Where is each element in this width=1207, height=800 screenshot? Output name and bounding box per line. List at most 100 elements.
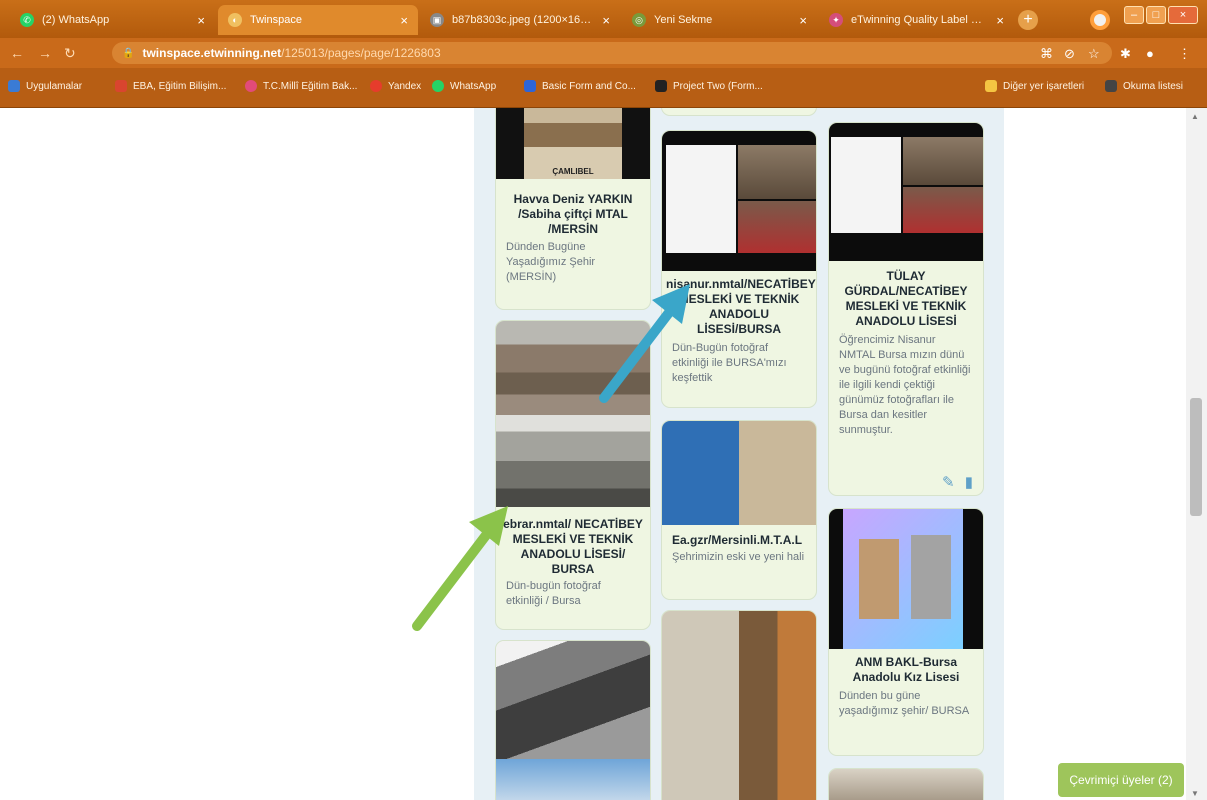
green-arrow-icon bbox=[412, 506, 508, 631]
apps-icon bbox=[8, 80, 20, 92]
gallery-card[interactable]: Ea.gzr/Mersinli.M.T.A.L Şehrimizin eski … bbox=[661, 420, 817, 600]
image-photo-new bbox=[738, 201, 816, 253]
project-icon bbox=[655, 80, 667, 92]
bookmark-whatsapp[interactable]: WhatsApp bbox=[432, 80, 496, 92]
card-image-old bbox=[496, 415, 650, 507]
translate-icon[interactable]: ⌘ bbox=[1040, 46, 1053, 62]
bookmark-eba[interactable]: EBA, Eğitim Bilişim... bbox=[115, 80, 226, 92]
card-image bbox=[829, 769, 983, 800]
image-tower-old bbox=[911, 535, 951, 619]
address-bar: ← → ↻ 🔒 twinspace.etwinning.net /125013/… bbox=[0, 38, 1207, 68]
image-photo-new bbox=[903, 187, 983, 233]
back-icon[interactable]: ← bbox=[10, 45, 24, 61]
gallery-card[interactable] bbox=[661, 610, 817, 800]
image-photo-old bbox=[903, 137, 983, 185]
bookmark-meb[interactable]: T.C.Millî Eğitim Bak... bbox=[245, 80, 357, 92]
bookmark-project-two[interactable]: Project Two (Form... bbox=[655, 80, 763, 92]
image-text-page bbox=[831, 137, 901, 233]
close-icon[interactable]: × bbox=[996, 13, 1004, 28]
tab-image[interactable]: ▣ b87b8303c.jpeg (1200×1600) × bbox=[420, 5, 620, 35]
gallery-card[interactable] bbox=[661, 108, 817, 116]
scrollbar[interactable]: ▲ ▼ bbox=[1186, 108, 1207, 800]
gallery-panel: ÇAMLIBEL Havva Deniz YARKIN /Sabiha çift… bbox=[474, 108, 1004, 800]
meb-icon bbox=[245, 80, 257, 92]
card-image bbox=[496, 641, 650, 759]
card-image bbox=[662, 131, 816, 271]
gallery-card[interactable] bbox=[828, 768, 984, 800]
tab-etwinning[interactable]: ✦ eTwinning Quality Label Reje × bbox=[819, 5, 1014, 35]
close-icon[interactable]: × bbox=[799, 13, 807, 28]
online-members-button[interactable]: Çevrimiçi üyeler (2) bbox=[1058, 763, 1184, 797]
whatsapp-icon bbox=[432, 80, 444, 92]
card-image bbox=[829, 509, 983, 649]
bookmark-label: EBA, Eğitim Bilişim... bbox=[133, 80, 227, 92]
star-icon[interactable]: ☆ bbox=[1088, 46, 1100, 62]
form-icon bbox=[524, 80, 536, 92]
bookmark-label: Basic Form and Co... bbox=[542, 80, 636, 92]
tab-twinspace[interactable]: ◐ Twinspace × bbox=[218, 5, 418, 35]
url-input[interactable]: 🔒 twinspace.etwinning.net /125013/pages/… bbox=[112, 42, 1112, 64]
gallery-card[interactable]: ANM BAKL-Bursa Anadolu Kız Lisesi Dünden… bbox=[828, 508, 984, 756]
bookmark-basic-form[interactable]: Basic Form and Co... bbox=[524, 80, 636, 92]
blue-arrow-icon bbox=[599, 284, 690, 403]
close-icon[interactable]: × bbox=[197, 13, 205, 28]
close-icon[interactable]: × bbox=[602, 13, 610, 28]
card-image bbox=[829, 123, 983, 261]
url-path: /125013/pages/page/1226803 bbox=[281, 46, 441, 60]
trash-icon[interactable]: ▮ bbox=[965, 474, 973, 491]
tab-new[interactable]: ◎ Yeni Sekme × bbox=[622, 5, 817, 35]
bookmark-apps[interactable]: Uygulamalar bbox=[8, 80, 82, 92]
reload-icon[interactable]: ↻ bbox=[64, 45, 76, 62]
image-caption: ÇAMLIBEL bbox=[552, 167, 594, 176]
page-content: ÇAMLIBEL Havva Deniz YARKIN /Sabiha çift… bbox=[0, 108, 1207, 800]
bookmark-other[interactable]: Diğer yer işaretleri bbox=[985, 80, 1084, 92]
scrollbar-thumb[interactable] bbox=[1190, 398, 1202, 516]
menu-icon[interactable]: ⋮ bbox=[1178, 46, 1191, 62]
maximize-icon[interactable]: □ bbox=[1146, 6, 1166, 24]
scroll-down-icon[interactable]: ▼ bbox=[1191, 789, 1199, 798]
tab-strip: ✆ (2) WhatsApp × ◐ Twinspace × ▣ b87b830… bbox=[0, 0, 1207, 38]
twinspace-icon: ◐ bbox=[228, 13, 242, 27]
minimize-icon[interactable]: – bbox=[1124, 6, 1144, 24]
extensions-icon[interactable]: ✱ bbox=[1120, 46, 1131, 62]
reading-list-icon bbox=[1105, 80, 1117, 92]
card-title: Havva Deniz YARKIN /Sabiha çiftçi MTAL /… bbox=[513, 192, 633, 236]
bookmark-label: WhatsApp bbox=[450, 80, 497, 92]
bookmark-label: Project Two (Form... bbox=[673, 80, 763, 92]
image-tower-new bbox=[859, 539, 899, 619]
whatsapp-icon: ✆ bbox=[20, 13, 34, 27]
bookmark-yandex[interactable]: Yandex bbox=[370, 80, 421, 92]
share-icon[interactable]: ⊘ bbox=[1064, 46, 1075, 62]
card-title: ANM BAKL-Bursa Anadolu Kız Lisesi bbox=[852, 655, 960, 684]
bookmark-label: Diğer yer işaretleri bbox=[1003, 80, 1085, 92]
tab-title: b87b8303c.jpeg (1200×1600) bbox=[452, 14, 595, 26]
bookmark-label: Yandex bbox=[388, 80, 422, 92]
image-icon: ▣ bbox=[430, 13, 444, 27]
tab-title: eTwinning Quality Label Reje bbox=[851, 14, 989, 26]
new-tab-button[interactable]: + bbox=[1018, 10, 1038, 30]
bookmark-reading-list[interactable]: Okuma listesi bbox=[1105, 80, 1183, 92]
tab-title: (2) WhatsApp bbox=[42, 14, 110, 26]
bookmark-label: Okuma listesi bbox=[1123, 80, 1184, 92]
window-close-icon[interactable]: × bbox=[1168, 6, 1198, 24]
card-description: Öğrencimiz Nisanur NMTAL Bursa mızın dün… bbox=[839, 334, 971, 436]
eba-icon bbox=[115, 80, 127, 92]
bookmark-label: T.C.Millî Eğitim Bak... bbox=[263, 80, 358, 92]
url-host: twinspace.etwinning.net bbox=[142, 46, 282, 60]
profile-icon[interactable] bbox=[1090, 10, 1110, 30]
forward-icon[interactable]: → bbox=[38, 45, 52, 61]
tab-whatsapp[interactable]: ✆ (2) WhatsApp × bbox=[10, 5, 215, 35]
close-icon[interactable]: × bbox=[400, 13, 408, 28]
tab-title: Yeni Sekme bbox=[654, 14, 713, 26]
gallery-card[interactable]: TÜLAY GÜRDAL/NECATİBEY MESLEKİ VE TEKNİK… bbox=[828, 122, 984, 496]
globe-icon: ◎ bbox=[632, 13, 646, 27]
image-text-page bbox=[666, 145, 736, 253]
folder-icon bbox=[985, 80, 997, 92]
bookmarks-bar: Uygulamalar EBA, Eğitim Bilişim... T.C.M… bbox=[0, 68, 1207, 108]
scroll-up-icon[interactable]: ▲ bbox=[1191, 112, 1199, 121]
lock-icon: 🔒 bbox=[122, 47, 135, 59]
gallery-card[interactable] bbox=[495, 640, 651, 800]
avatar[interactable]: ● bbox=[1146, 46, 1154, 61]
tab-title: Twinspace bbox=[250, 14, 302, 26]
edit-icon[interactable]: ✎ bbox=[942, 474, 955, 491]
